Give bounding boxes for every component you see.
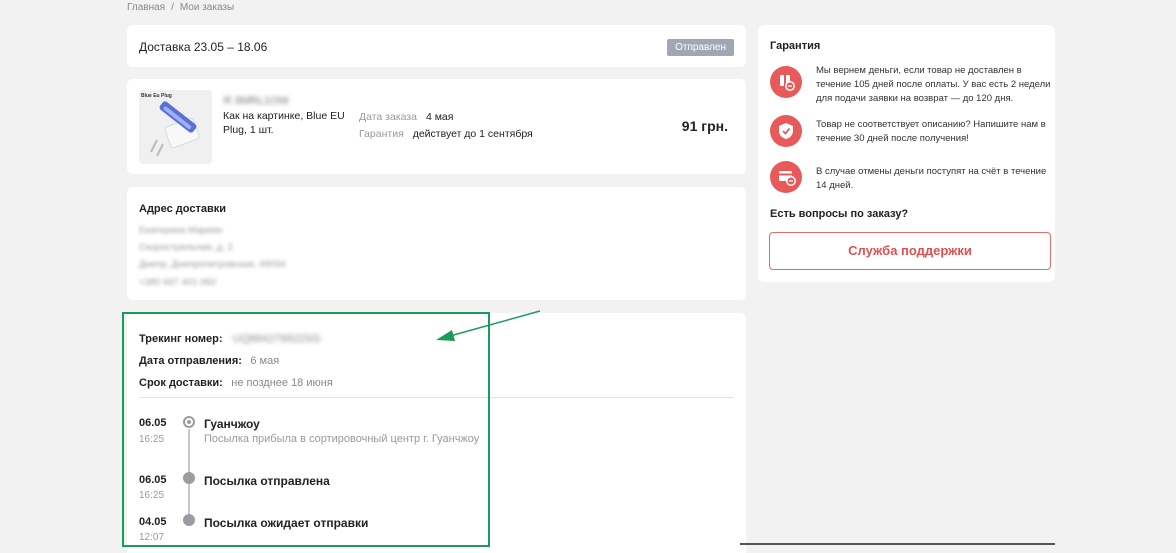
annotation-arrow-icon [436, 310, 541, 341]
